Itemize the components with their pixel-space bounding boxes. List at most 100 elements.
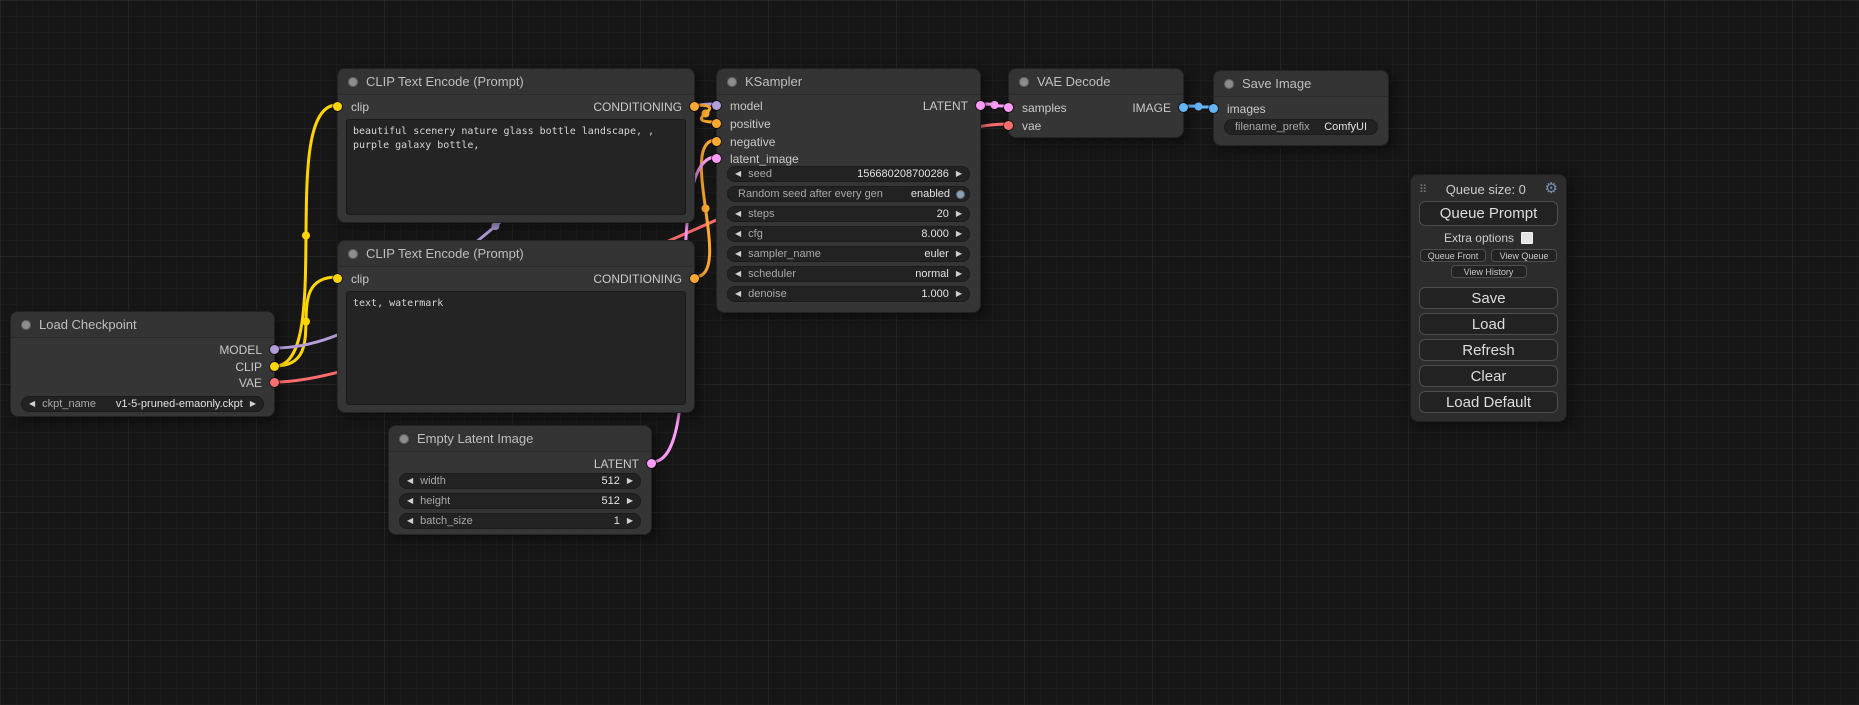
- decrement-arrow-icon[interactable]: ◀: [22, 396, 42, 412]
- decrement-arrow-icon[interactable]: ◀: [728, 226, 748, 242]
- vae-output-dot[interactable]: [270, 378, 279, 387]
- widget-label: width: [420, 475, 446, 487]
- decrement-arrow-icon[interactable]: ◀: [400, 493, 420, 509]
- increment-arrow-icon[interactable]: ▶: [949, 246, 969, 262]
- width-widget[interactable]: ◀ width 512 ▶: [399, 473, 641, 489]
- menu-header: ⠿ Queue size: 0 ⚙: [1419, 180, 1558, 198]
- model-output-label: MODEL: [219, 343, 262, 357]
- clip-input-dot[interactable]: [333, 102, 342, 111]
- queue-prompt-button[interactable]: Queue Prompt: [1419, 201, 1558, 226]
- refresh-button[interactable]: Refresh: [1419, 339, 1558, 361]
- batch-size-widget[interactable]: ◀ batch_size 1 ▶: [399, 513, 641, 529]
- clear-button[interactable]: Clear: [1419, 365, 1558, 387]
- increment-arrow-icon[interactable]: ▶: [620, 473, 640, 489]
- node-title-bar[interactable]: KSampler: [717, 69, 980, 95]
- cfg-widget[interactable]: ◀ cfg 8.000 ▶: [727, 226, 970, 242]
- increment-arrow-icon[interactable]: ▶: [949, 206, 969, 222]
- latent-output-dot[interactable]: [647, 459, 656, 468]
- extra-options-label: Extra options: [1444, 231, 1514, 245]
- node-title-bar[interactable]: Load Checkpoint: [11, 312, 274, 338]
- increment-arrow-icon[interactable]: ▶: [949, 266, 969, 282]
- height-widget[interactable]: ◀ height 512 ▶: [399, 493, 641, 509]
- decrement-arrow-icon[interactable]: ◀: [728, 266, 748, 282]
- sampler-name-widget[interactable]: ◀ sampler_name euler ▶: [727, 246, 970, 262]
- node-title-bar[interactable]: VAE Decode: [1009, 69, 1183, 95]
- node-save-image[interactable]: Save Image images filename_prefix ComfyU…: [1213, 70, 1389, 146]
- collapse-dot-icon[interactable]: [348, 249, 358, 259]
- collapse-dot-icon[interactable]: [1019, 77, 1029, 87]
- clip-input-dot[interactable]: [333, 274, 342, 283]
- widget-value: v1-5-pruned-emaonly.ckpt: [116, 398, 243, 410]
- increment-arrow-icon[interactable]: ▶: [620, 493, 640, 509]
- node-title-bar[interactable]: CLIP Text Encode (Prompt): [338, 69, 694, 95]
- decrement-arrow-icon[interactable]: ◀: [400, 473, 420, 489]
- ckpt-name-widget[interactable]: ◀ ckpt_name v1-5-pruned-emaonly.ckpt ▶: [21, 396, 264, 412]
- latent-image-input-dot[interactable]: [712, 154, 721, 163]
- negative-input-label: negative: [730, 135, 775, 149]
- model-input-dot[interactable]: [712, 101, 721, 110]
- node-load-checkpoint[interactable]: Load Checkpoint MODEL CLIP VAE ◀ ckpt_na…: [10, 311, 275, 417]
- node-title-bar[interactable]: Save Image: [1214, 71, 1388, 97]
- samples-input-dot[interactable]: [1004, 103, 1013, 112]
- increment-arrow-icon[interactable]: ▶: [949, 166, 969, 182]
- steps-widget[interactable]: ◀ steps 20 ▶: [727, 206, 970, 222]
- prompt-textarea[interactable]: text, watermark: [346, 291, 686, 405]
- filename-prefix-widget[interactable]: filename_prefix ComfyUI: [1224, 119, 1378, 135]
- images-input-dot[interactable]: [1209, 104, 1218, 113]
- decrement-arrow-icon[interactable]: ◀: [728, 286, 748, 302]
- clip-input-label: clip: [351, 272, 369, 286]
- node-clip-text-encode-positive[interactable]: CLIP Text Encode (Prompt) clip CONDITION…: [337, 68, 695, 223]
- view-history-button[interactable]: View History: [1451, 265, 1527, 278]
- decrement-arrow-icon[interactable]: ◀: [400, 513, 420, 529]
- node-ksampler[interactable]: KSampler model LATENT positive negative …: [716, 68, 981, 313]
- samples-input-label: samples: [1022, 101, 1067, 115]
- model-output-dot[interactable]: [270, 345, 279, 354]
- positive-input-dot[interactable]: [712, 119, 721, 128]
- graph-canvas[interactable]: Load Checkpoint MODEL CLIP VAE ◀ ckpt_na…: [0, 0, 1859, 705]
- random-seed-toggle-widget[interactable]: Random seed after every gen enabled: [727, 186, 970, 202]
- collapse-dot-icon[interactable]: [348, 77, 358, 87]
- increment-arrow-icon[interactable]: ▶: [620, 513, 640, 529]
- load-default-button[interactable]: Load Default: [1419, 391, 1558, 413]
- decrement-arrow-icon[interactable]: ◀: [728, 246, 748, 262]
- decrement-arrow-icon[interactable]: ◀: [728, 166, 748, 182]
- settings-gear-icon[interactable]: ⚙: [1545, 181, 1558, 197]
- conditioning-output-label: CONDITIONING: [593, 272, 682, 286]
- queue-front-button[interactable]: Queue Front: [1420, 249, 1486, 262]
- negative-input-dot[interactable]: [712, 137, 721, 146]
- image-output-dot[interactable]: [1179, 103, 1188, 112]
- extra-options-checkbox[interactable]: [1521, 232, 1533, 244]
- conditioning-output-dot[interactable]: [690, 102, 699, 111]
- view-queue-button[interactable]: View Queue: [1491, 249, 1557, 262]
- denoise-widget[interactable]: ◀ denoise 1.000 ▶: [727, 286, 970, 302]
- prompt-textarea[interactable]: beautiful scenery nature glass bottle la…: [346, 119, 686, 215]
- seed-widget[interactable]: ◀ seed 156680208700286 ▶: [727, 166, 970, 182]
- positive-input-label: positive: [730, 117, 771, 131]
- link-clip-to-negative-prompt: [275, 277, 337, 366]
- images-input-label: images: [1227, 102, 1266, 116]
- load-button[interactable]: Load: [1419, 313, 1558, 335]
- node-clip-text-encode-negative[interactable]: CLIP Text Encode (Prompt) clip CONDITION…: [337, 240, 695, 413]
- collapse-dot-icon[interactable]: [727, 77, 737, 87]
- decrement-arrow-icon[interactable]: ◀: [728, 206, 748, 222]
- collapse-dot-icon[interactable]: [399, 434, 409, 444]
- node-title: CLIP Text Encode (Prompt): [366, 74, 524, 89]
- node-title-bar[interactable]: Empty Latent Image: [389, 426, 651, 452]
- collapse-dot-icon[interactable]: [21, 320, 31, 330]
- latent-output-dot[interactable]: [976, 101, 985, 110]
- node-title-bar[interactable]: CLIP Text Encode (Prompt): [338, 241, 694, 267]
- node-empty-latent-image[interactable]: Empty Latent Image LATENT ◀ width 512 ▶ …: [388, 425, 652, 535]
- increment-arrow-icon[interactable]: ▶: [949, 286, 969, 302]
- collapse-dot-icon[interactable]: [1224, 79, 1234, 89]
- increment-arrow-icon[interactable]: ▶: [949, 226, 969, 242]
- clip-output-dot[interactable]: [270, 362, 279, 371]
- increment-arrow-icon[interactable]: ▶: [243, 396, 263, 412]
- conditioning-output-dot[interactable]: [690, 274, 699, 283]
- vae-input-dot[interactable]: [1004, 121, 1013, 130]
- toggle-knob[interactable]: [956, 190, 965, 199]
- queue-menu-panel: ⠿ Queue size: 0 ⚙ Queue Prompt Extra opt…: [1410, 174, 1567, 422]
- drag-handle-icon[interactable]: ⠿: [1419, 183, 1427, 196]
- node-vae-decode[interactable]: VAE Decode samples IMAGE vae: [1008, 68, 1184, 138]
- save-button[interactable]: Save: [1419, 287, 1558, 309]
- scheduler-widget[interactable]: ◀ scheduler normal ▶: [727, 266, 970, 282]
